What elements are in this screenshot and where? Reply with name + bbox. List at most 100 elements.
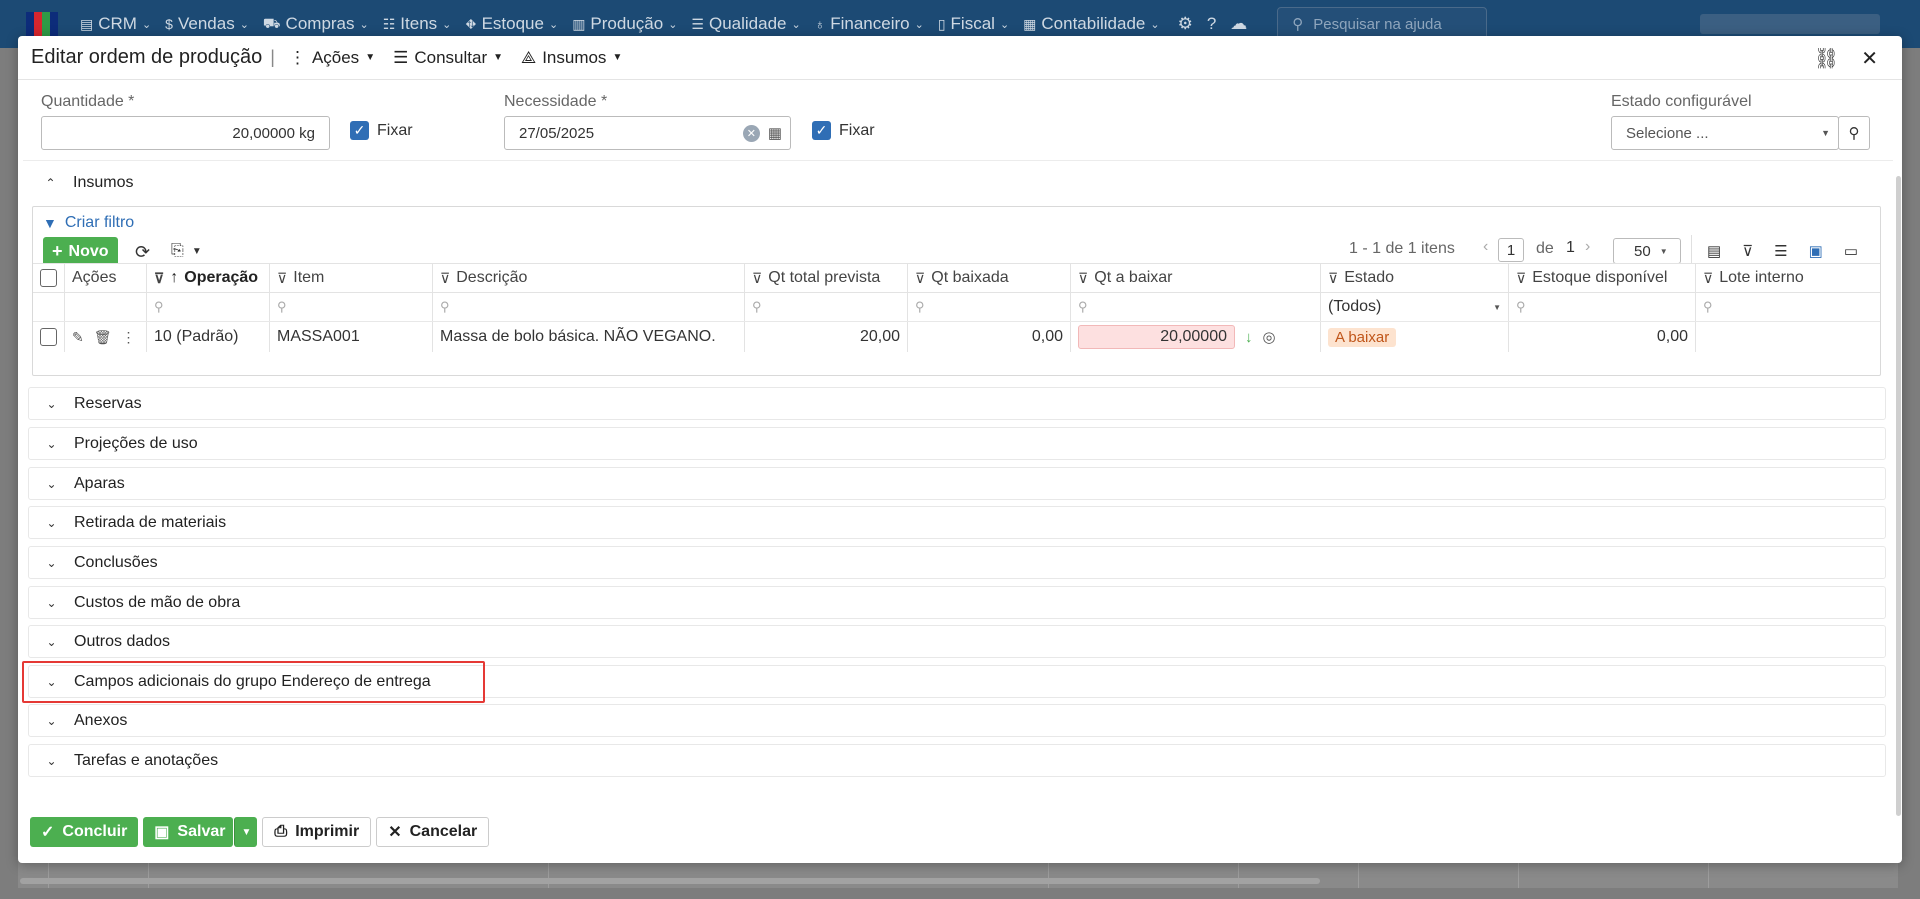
gear-icon[interactable]: ⚙ (1178, 14, 1193, 34)
quantidade-field[interactable]: 20,00000 kg (41, 116, 330, 150)
chat-icon[interactable]: ☁ (1230, 14, 1247, 34)
imprimir-button[interactable]: ⎙ Imprimir (262, 817, 372, 847)
user-menu[interactable] (1700, 14, 1880, 34)
filter-icon: ⊽ (277, 269, 288, 286)
filter-qt-a-baixar[interactable]: ⚲ (1071, 293, 1321, 321)
filter-descricao[interactable]: ⚲ (433, 293, 745, 321)
section-custos-mao-de-obra[interactable]: ⌄ Custos de mão de obra (28, 586, 1886, 619)
col-estado[interactable]: ⊽ Estado (1321, 264, 1509, 292)
plus-icon: + (52, 241, 63, 261)
chevron-down-icon: ⌄ (999, 18, 1010, 31)
col-estoque-disponivel[interactable]: ⊽ Estoque disponível (1509, 264, 1696, 292)
page-size-select[interactable]: 50 ▼ (1613, 238, 1681, 264)
section-outros-dados[interactable]: ⌄ Outros dados (28, 625, 1886, 658)
sort-icon[interactable]: ☰ (1774, 242, 1787, 260)
items-icon: ☷ (382, 15, 396, 32)
fixar-quantidade-checkbox[interactable]: ✓ Fixar (350, 121, 413, 140)
chevron-down-icon: ⌄ (914, 18, 924, 31)
necessidade-field[interactable]: 27/05/2025 ✕ ▦ (504, 116, 791, 150)
app-logo[interactable] (26, 12, 58, 36)
trash-icon[interactable]: 🗑 (94, 329, 112, 346)
edit-icon[interactable]: ✎ (72, 329, 84, 346)
cancelar-button[interactable]: ✕ Cancelar (376, 817, 490, 847)
concluir-button[interactable]: ✓ Concluir (30, 817, 139, 847)
acoes-menu[interactable]: ⋮ Ações ▼ (289, 48, 375, 68)
col-lote-interno[interactable]: ⊽ Lote interno (1696, 264, 1880, 292)
section-anexos[interactable]: ⌄ Anexos (28, 704, 1886, 737)
production-order-modal: Editar ordem de produção | ⋮ Ações ▼ ☰ Cons… (18, 36, 1902, 863)
nav-financeiro[interactable]: ♁ Financeiro ⌄ (815, 14, 924, 34)
modal-footer: ✓ Concluir ▣ Salvar ▼ ⎙ Imprimir ✕ Cancelar (30, 817, 490, 847)
qt-a-baixar-input[interactable]: 20,00000 (1078, 325, 1235, 349)
col-descricao[interactable]: ⊽ Descrição (433, 264, 745, 292)
filter-qt-total-prevista[interactable]: ⚲ (745, 293, 908, 321)
salvar-options-button[interactable]: ▼ (234, 817, 258, 847)
section-retirada-de-materiais[interactable]: ⌄ Retirada de materiais (28, 506, 1886, 539)
link-icon[interactable]: ⛓ (1814, 46, 1839, 71)
filter-item[interactable]: ⚲ (270, 293, 433, 321)
estado-configuravel-select[interactable]: Selecione ... ▼ (1611, 116, 1839, 150)
page-input[interactable]: 1 (1498, 238, 1524, 262)
help-icon[interactable]: ? (1207, 14, 1216, 34)
salvar-button[interactable]: ▣ Salvar (143, 817, 234, 847)
consultar-menu[interactable]: ☰ Consultar ▼ (393, 48, 503, 68)
col-qt-a-baixar[interactable]: ⊽ Qt a baixar (1071, 264, 1321, 292)
document-icon[interactable]: ▭ (1844, 242, 1858, 260)
nav-compras[interactable]: ⛟ Compras ⌄ (263, 14, 369, 34)
arrow-down-icon[interactable]: ↓ (1245, 329, 1253, 346)
filter-estado-select[interactable]: (Todos) ▼ (1321, 293, 1509, 321)
new-button[interactable]: + Novo (43, 237, 118, 266)
nav-itens[interactable]: ☷ Itens ⌄ (383, 14, 452, 34)
section-tarefas-e-anotacoes[interactable]: ⌄ Tarefas e anotações (28, 744, 1886, 777)
filter-lote-interno[interactable]: ⚲ (1696, 293, 1880, 321)
columns-icon[interactable]: ▤ (1707, 242, 1721, 260)
export-button[interactable]: ⎘ ▼ (171, 242, 202, 260)
nav-contabilidade[interactable]: ▦ Contabilidade ⌄ (1023, 14, 1159, 34)
section-reservas[interactable]: ⌄ Reservas (28, 387, 1886, 420)
search-icon: ⚲ (154, 299, 164, 314)
nav-qualidade[interactable]: ☰ Qualidade ⌄ (691, 14, 800, 34)
check-circle-icon[interactable]: ◎ (1263, 328, 1276, 346)
row-checkbox[interactable] (33, 322, 65, 352)
filter-icon[interactable]: ⊽ (1742, 242, 1753, 260)
kebab-icon: ⋮ (288, 47, 306, 67)
calendar-icon[interactable]: ▦ (768, 124, 782, 142)
insumos-menu[interactable]: ⟁ Insumos ▼ (521, 48, 622, 68)
filter-estoque-disponivel[interactable]: ⚲ (1509, 293, 1696, 321)
col-qt-baixada[interactable]: ⊽ Qt baixada (908, 264, 1071, 292)
nav-fiscal[interactable]: ▯ Fiscal ⌄ (938, 14, 1009, 34)
quality-icon: ☰ (691, 15, 704, 32)
nav-producao[interactable]: ▥ Produção ⌄ (572, 14, 677, 34)
close-icon[interactable]: ✕ (1861, 46, 1878, 71)
estado-search-button[interactable]: ⚲ (1838, 116, 1870, 150)
nav-estoque[interactable]: ⛖ Estoque ⌄ (465, 14, 558, 34)
clear-icon[interactable]: ✕ (742, 124, 760, 142)
section-insumos-header[interactable]: ⌃ Insumos (28, 166, 1886, 199)
section-aparas[interactable]: ⌄ Aparas (28, 467, 1886, 500)
modal-scrollbar[interactable] (1896, 176, 1901, 816)
kebab-icon[interactable]: ⋮ (122, 329, 136, 346)
create-filter-link[interactable]: ▼ Criar filtro (43, 214, 134, 232)
refresh-icon[interactable]: ⟳ (135, 242, 150, 263)
check-icon: ✓ (812, 121, 831, 140)
save-icon: ▣ (154, 824, 170, 841)
col-item[interactable]: ⊽ Item (270, 264, 433, 292)
next-page-icon[interactable]: › (1585, 238, 1590, 256)
stock-icon: ⛖ (465, 15, 477, 32)
section-projecoes-de-uso[interactable]: ⌄ Projeções de uso (28, 427, 1886, 460)
cell-lote-interno (1696, 322, 1880, 352)
nav-crm[interactable]: ▤ CRM ⌄ (80, 14, 151, 34)
col-qt-total-prevista[interactable]: ⊽ Qt total prevista (745, 264, 908, 292)
section-conclusoes[interactable]: ⌄ Conclusões (28, 546, 1886, 579)
filter-qt-baixada[interactable]: ⚲ (908, 293, 1071, 321)
nav-vendas[interactable]: $ Vendas ⌄ (165, 14, 249, 34)
table-row[interactable]: ✎ 🗑 ⋮ 10 (Padrão) MASSA001 Massa de bolo b… (33, 322, 1880, 352)
search-icon: ⚲ (1848, 125, 1860, 142)
background-scrollbar[interactable] (20, 878, 1320, 884)
col-operacao[interactable]: ⊽ ↑ Operação (147, 264, 270, 292)
filter-operacao[interactable]: ⚲ (147, 293, 270, 321)
save-icon[interactable]: ▣ (1809, 242, 1823, 260)
fixar-necessidade-checkbox[interactable]: ✓ Fixar (812, 121, 875, 140)
select-all-checkbox[interactable] (33, 264, 65, 292)
prev-page-icon[interactable]: ‹ (1483, 238, 1488, 256)
